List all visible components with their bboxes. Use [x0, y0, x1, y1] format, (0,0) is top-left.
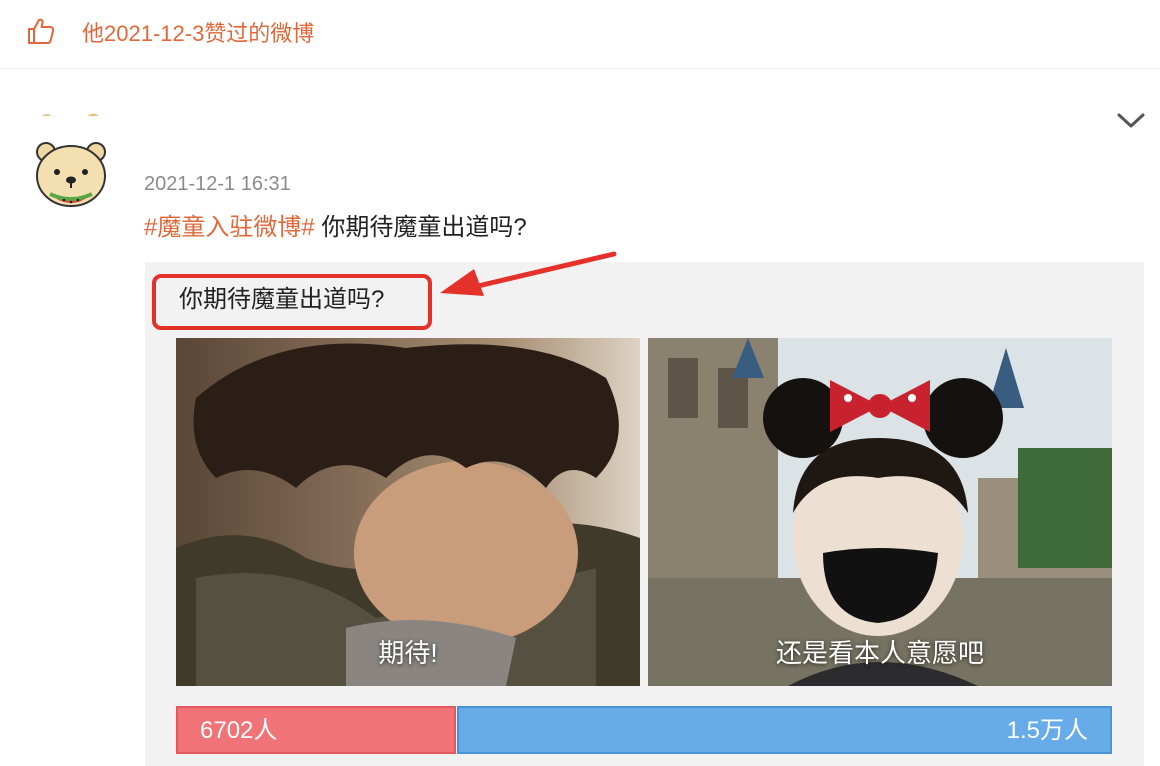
- option-b-photo: [648, 338, 1112, 686]
- option-b-label: 还是看本人意愿吧: [775, 638, 984, 668]
- avatar[interactable]: [30, 108, 112, 216]
- hashtag-link[interactable]: #魔童入驻微博#: [144, 214, 315, 241]
- chevron-down-icon[interactable]: [1114, 108, 1148, 132]
- post-timestamp[interactable]: 2021-12-1 16:31: [144, 170, 291, 198]
- liked-date-text: 他2021-12-3赞过的微博: [82, 21, 315, 46]
- option-a-label: 期待!: [378, 638, 438, 668]
- poll-option-b[interactable]: 还是看本人意愿吧: [648, 338, 1112, 686]
- red-arrow-icon: [440, 251, 617, 296]
- post-text: #魔童入驻微博# 你期待魔童出道吗?: [144, 211, 527, 245]
- vote-bar-b[interactable]: 1.5万人: [457, 706, 1112, 754]
- liked-header: 他2021-12-3赞过的微博: [0, 0, 1160, 69]
- highlight-annotation-box: [152, 274, 432, 330]
- vote-bar-a[interactable]: 6702人: [176, 706, 456, 754]
- post-body: 你期待魔童出道吗?: [314, 214, 527, 241]
- option-a-photo: [176, 338, 640, 686]
- thumbs-up-icon: [28, 18, 55, 44]
- poll-option-a[interactable]: 期待!: [176, 338, 640, 686]
